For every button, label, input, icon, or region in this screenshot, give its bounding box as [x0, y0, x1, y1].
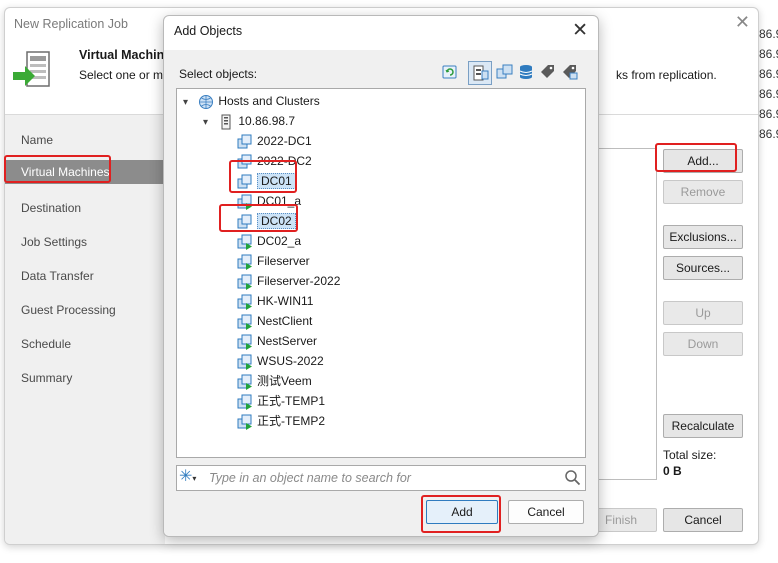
ip-fragment: 86.9: [759, 27, 778, 41]
dialog-title: Add Objects: [174, 24, 243, 38]
sources-button[interactable]: Sources...: [663, 256, 743, 280]
close-icon[interactable]: ✕: [735, 12, 750, 33]
header-description-tail: ks from replication.: [616, 68, 717, 82]
vm-running-icon: [237, 354, 253, 370]
tree-label: 2022-DC1: [257, 134, 312, 148]
step-schedule[interactable]: Schedule: [21, 337, 71, 351]
datastores-icon[interactable]: [517, 63, 535, 81]
tree-node-vm[interactable]: WSUS-2022: [237, 351, 324, 371]
vm-icon: [237, 134, 253, 150]
search-icon[interactable]: [564, 469, 581, 489]
tree-label: NestServer: [257, 334, 318, 348]
step-destination[interactable]: Destination: [21, 201, 81, 215]
vm-running-icon: [237, 394, 253, 410]
ip-fragment: 86.9: [759, 67, 778, 81]
vm-running-icon: [237, 314, 253, 330]
server-icon: [218, 114, 234, 130]
step-guest-processing[interactable]: Guest Processing: [21, 303, 116, 317]
step-data-transfer[interactable]: Data Transfer: [21, 269, 94, 283]
exclusions-button[interactable]: Exclusions...: [663, 225, 743, 249]
tree-label: Fileserver-2022: [257, 274, 341, 288]
highlight-dc02: [219, 204, 298, 232]
close-icon[interactable]: ✕: [572, 19, 588, 42]
chevron-down-icon[interactable]: ▾: [203, 113, 215, 133]
chevron-down-icon[interactable]: ▾: [183, 93, 195, 113]
object-tree[interactable]: ▾ Hosts and Clusters ▾ 10.86.98.7 2022-D…: [176, 88, 586, 458]
vms-and-templates-icon[interactable]: [496, 63, 514, 81]
add-objects-dialog: Add Objects ✕ Select objects: ▾ Hosts an…: [163, 15, 599, 537]
tree-node-vm[interactable]: Fileserver: [237, 251, 310, 271]
header-description: Select one or mo: [79, 68, 170, 82]
header-title: Virtual Machine: [79, 48, 172, 62]
vm-running-icon: [237, 374, 253, 390]
tree-node-vm[interactable]: 正式-TEMP2: [237, 411, 325, 431]
window-title: New Replication Job: [14, 17, 128, 31]
tree-node-vm[interactable]: 测试Veem: [237, 371, 312, 391]
tree-label: Hosts and Clusters: [218, 94, 320, 108]
select-objects-label: Select objects:: [179, 67, 258, 81]
vm-running-icon: [237, 334, 253, 350]
step-name[interactable]: Name: [21, 133, 53, 147]
tree-node-vm[interactable]: NestClient: [237, 311, 312, 331]
tree-label: WSUS-2022: [257, 354, 324, 368]
highlight-dc01: [229, 160, 297, 193]
search-input[interactable]: Type in an object name to search for: [209, 471, 411, 485]
vm-running-icon: [237, 234, 253, 250]
vm-refresh-icon[interactable]: [441, 63, 459, 81]
tree-label: DC02_a: [257, 234, 302, 248]
tree-node-host[interactable]: ▾ 10.86.98.7: [203, 111, 295, 131]
tree-node-vm[interactable]: 2022-DC1: [237, 131, 312, 151]
step-summary[interactable]: Summary: [21, 371, 72, 385]
tree-label: NestClient: [257, 314, 313, 328]
replication-wizard-icon: [11, 48, 55, 96]
vm-tags-icon[interactable]: [561, 63, 579, 81]
total-size-value: 0 B: [663, 464, 682, 478]
ip-fragment: 86.9: [759, 47, 778, 61]
tree-node-vm[interactable]: DC02_a: [237, 231, 301, 251]
vm-running-icon: [237, 414, 253, 430]
highlight-add-button: [421, 495, 501, 533]
ip-fragment: 86.9: [759, 87, 778, 101]
search-filter-icon[interactable]: ✳▾: [179, 469, 196, 487]
recalculate-button[interactable]: Recalculate: [663, 414, 743, 438]
tree-node-vm[interactable]: NestServer: [237, 331, 317, 351]
hosts-and-clusters-icon[interactable]: [468, 61, 492, 85]
vm-running-icon: [237, 254, 253, 270]
cancel-button[interactable]: Cancel: [663, 508, 743, 532]
tree-node-vm[interactable]: 正式-TEMP1: [237, 391, 325, 411]
object-search-box[interactable]: ✳▾ Type in an object name to search for: [176, 465, 586, 491]
tree-label: 正式-TEMP2: [257, 414, 326, 428]
tree-label: Fileserver: [257, 254, 310, 268]
globe-icon: [198, 94, 214, 110]
ip-fragment: 86.9: [759, 127, 778, 141]
vm-running-icon: [237, 274, 253, 290]
up-button[interactable]: Up: [663, 301, 743, 325]
step-job-settings[interactable]: Job Settings: [21, 235, 87, 249]
cancel-button[interactable]: Cancel: [508, 500, 584, 524]
total-size-label: Total size:: [663, 448, 717, 462]
tree-label: 正式-TEMP1: [257, 394, 326, 408]
highlight-add-button: [655, 143, 737, 172]
tree-node-hosts-and-clusters[interactable]: ▾ Hosts and Clusters: [183, 91, 320, 111]
tree-label: 10.86.98.7: [238, 114, 296, 128]
tree-node-vm[interactable]: HK-WIN11: [237, 291, 313, 311]
tags-icon[interactable]: [539, 63, 557, 81]
ip-fragment: 86.9: [759, 107, 778, 121]
vm-running-icon: [237, 294, 253, 310]
tree-label: HK-WIN11: [257, 294, 314, 308]
down-button[interactable]: Down: [663, 332, 743, 356]
highlight-virtual-machines: [4, 155, 111, 183]
tree-label: 测试Veem: [257, 374, 312, 388]
remove-button[interactable]: Remove: [663, 180, 743, 204]
tree-node-vm[interactable]: Fileserver-2022: [237, 271, 340, 291]
